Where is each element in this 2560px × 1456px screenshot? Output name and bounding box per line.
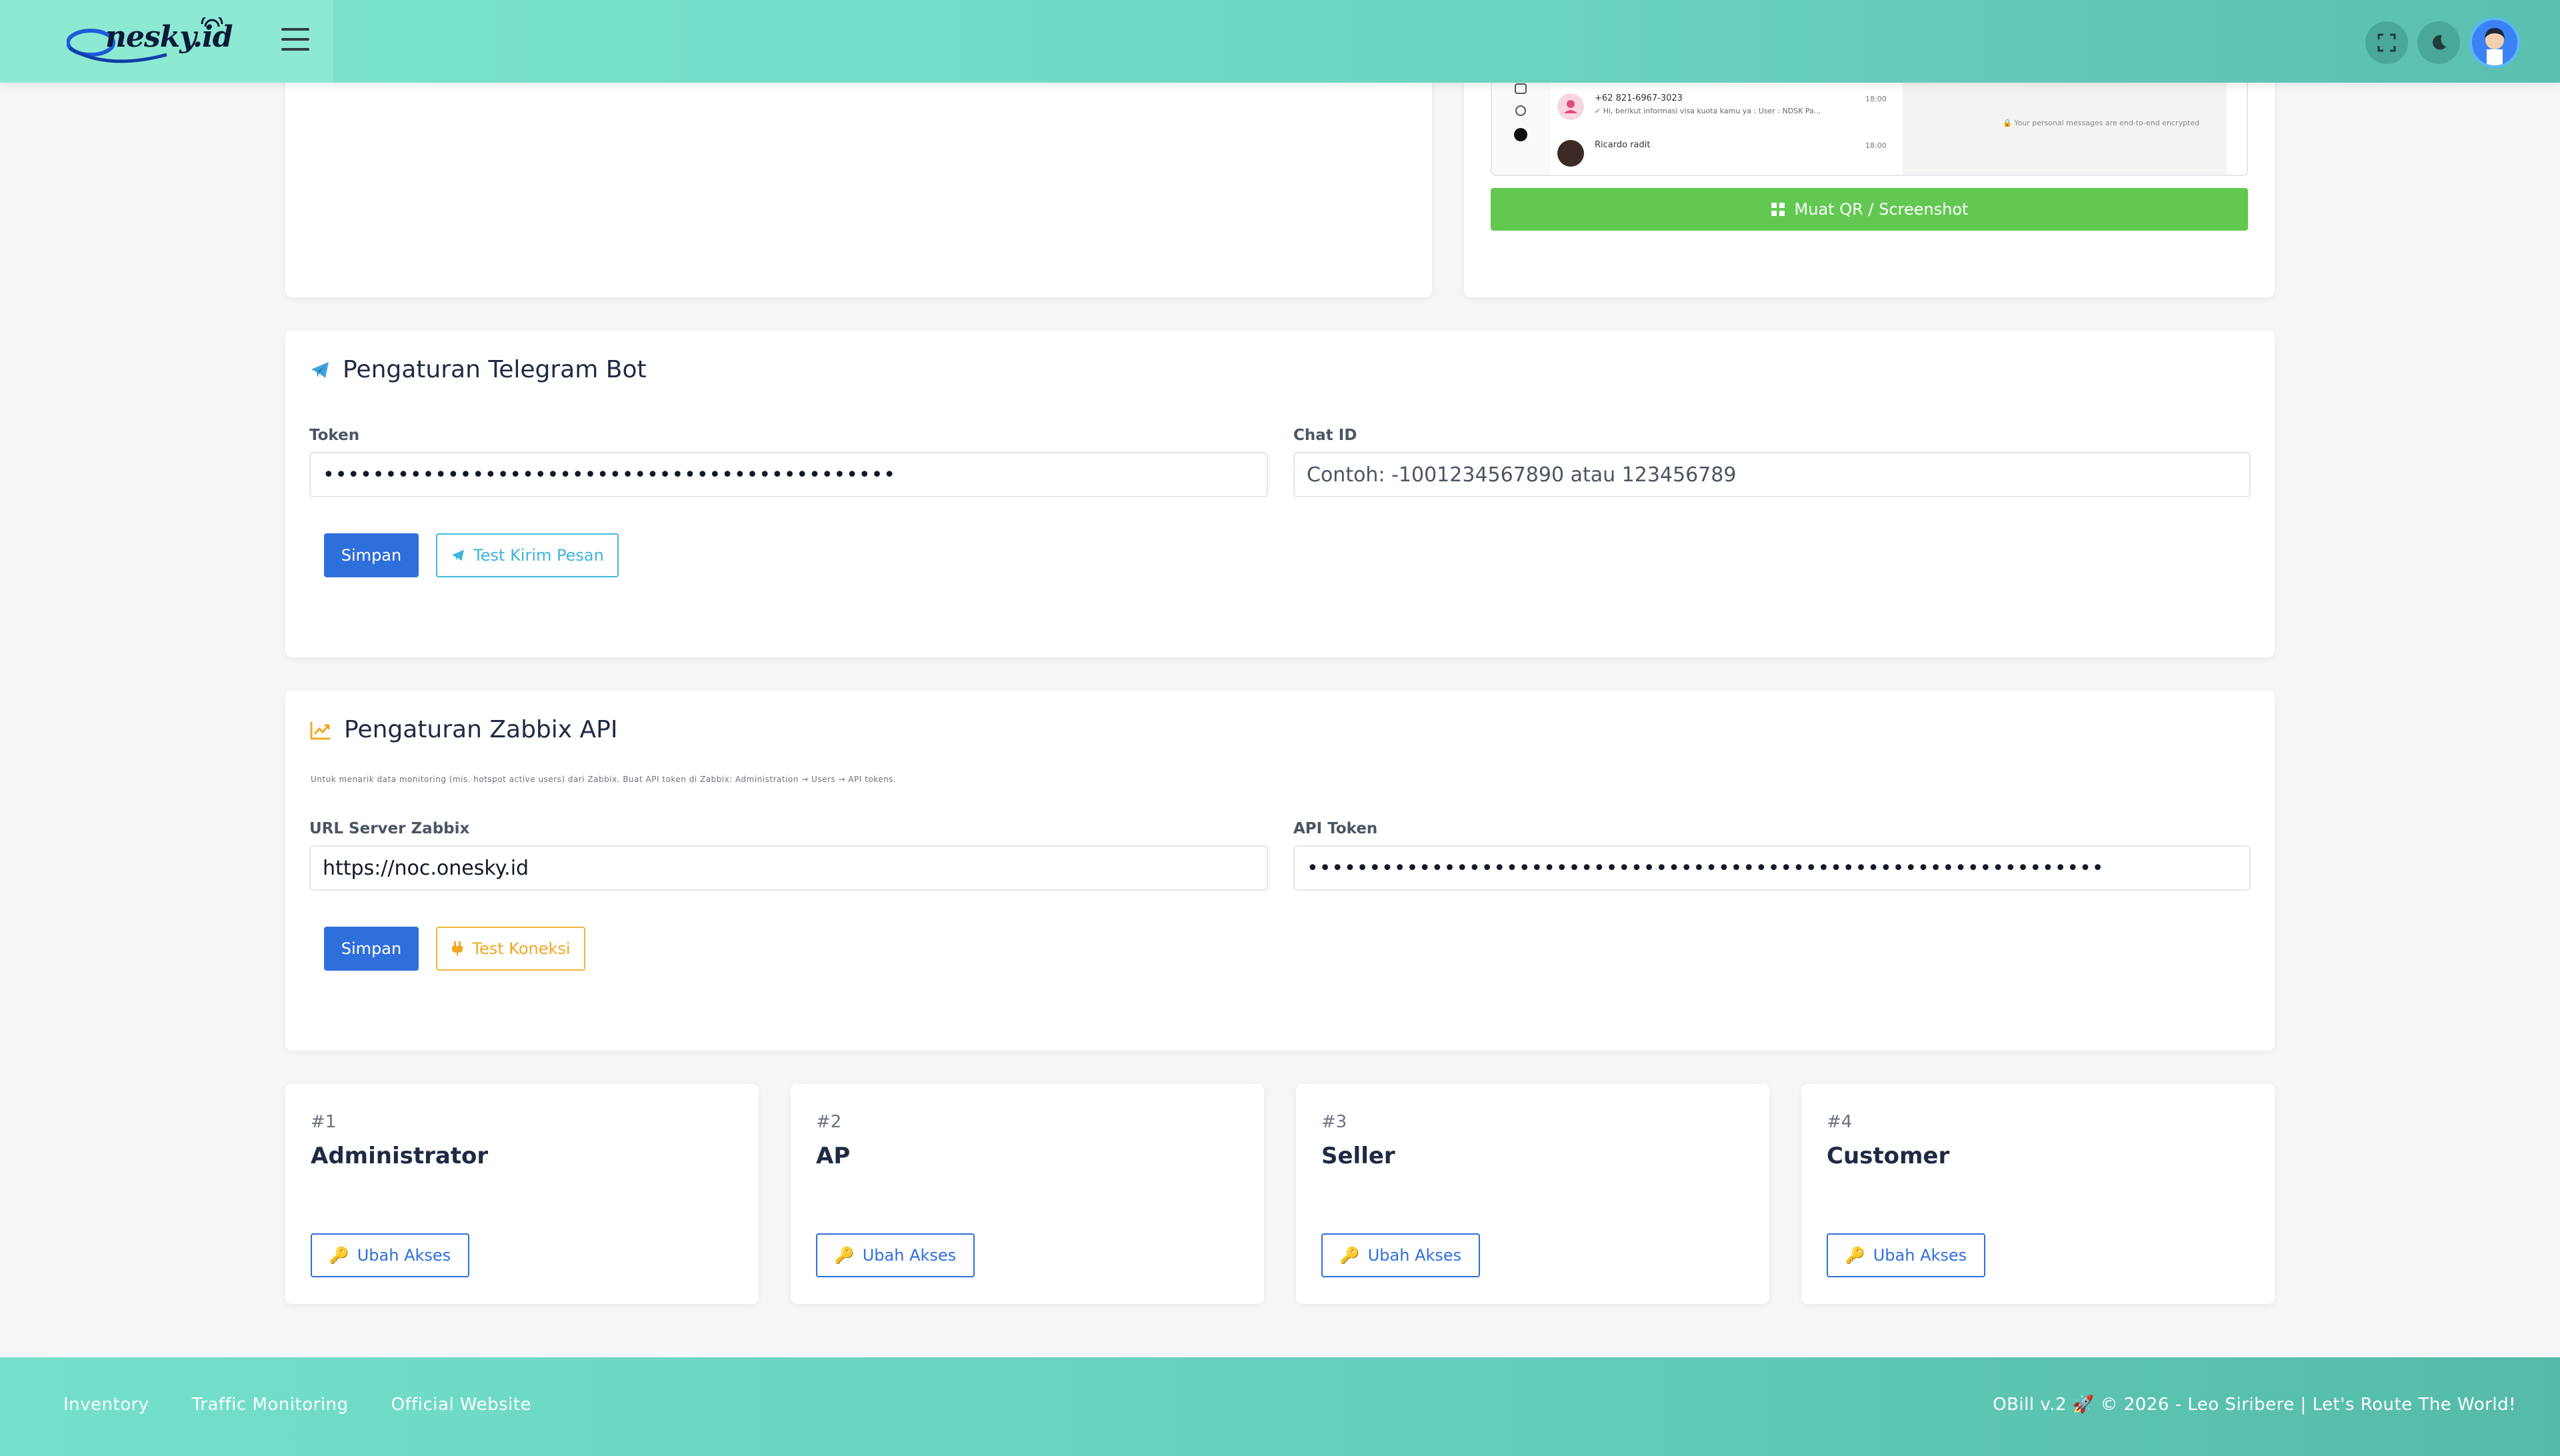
logo[interactable]: nesky.id: [67, 17, 240, 64]
telegram-settings-card: Pengaturan Telegram Bot Token ••••••••••…: [285, 331, 2275, 657]
zabbix-token-input[interactable]: ••••••••••••••••••••••••••••••••••••••••…: [1293, 845, 2251, 891]
telegram-token-input[interactable]: ••••••••••••••••••••••••••••••••••••••••…: [309, 452, 1268, 497]
zabbix-help-note: Untuk menarik data monitoring (mis. hots…: [311, 775, 897, 784]
footer: Inventory Traffic Monitoring Official We…: [0, 1357, 2560, 1456]
wa-chat1-message: ✓ Hi, berikut informasi visa kuota kamu …: [1595, 107, 1821, 115]
role-card-1: #1 Administrator 🔑 Ubah Akses: [285, 1084, 759, 1304]
wa-chat1-name: +62 821-6967-3023: [1595, 93, 1683, 103]
telegram-test-button[interactable]: Test Kirim Pesan: [436, 533, 619, 577]
moon-icon: [2433, 35, 2446, 50]
lock-icon: 🔒: [2003, 119, 2012, 127]
user-avatar-icon: [2472, 20, 2517, 65]
person-icon: [1564, 100, 1577, 113]
zabbix-settings-card: Pengaturan Zabbix API Untuk menarik data…: [285, 691, 2275, 1051]
footer-link-inventory[interactable]: Inventory: [63, 1395, 149, 1415]
telegram-token-label: Token: [309, 427, 360, 444]
change-access-button[interactable]: 🔑 Ubah Akses: [1321, 1233, 1480, 1277]
role-name: Administrator: [311, 1143, 489, 1169]
top-navbar: nesky.id: [0, 0, 2560, 83]
wa-sidebar-icons: [1514, 83, 1527, 141]
send-icon: [452, 549, 465, 561]
footer-link-official-website[interactable]: Official Website: [391, 1395, 532, 1415]
chart-line-icon: [310, 721, 330, 739]
wa-contact-avatar-2: [1557, 140, 1584, 167]
zabbix-card-title: Pengaturan Zabbix API: [309, 716, 617, 743]
wa-sidebar: [1492, 79, 1551, 175]
role-name: Customer: [1827, 1143, 1950, 1169]
role-number: #4: [1827, 1112, 1853, 1132]
zabbix-url-input[interactable]: https://noc.onesky.id: [309, 845, 1268, 891]
logo-text: nesky.id: [105, 20, 233, 54]
role-number: #3: [1321, 1112, 1347, 1132]
zabbix-url-label: URL Server Zabbix: [309, 820, 470, 837]
telegram-icon: [311, 361, 329, 378]
avatar[interactable]: [2469, 17, 2520, 68]
change-access-button[interactable]: 🔑 Ubah Akses: [1827, 1233, 1985, 1277]
role-number: #1: [311, 1112, 337, 1132]
change-access-button[interactable]: 🔑 Ubah Akses: [816, 1233, 975, 1277]
zabbix-token-label: API Token: [1293, 820, 1378, 837]
telegram-chat-id-label: Chat ID: [1293, 427, 1357, 444]
fullscreen-icon: [2377, 33, 2396, 52]
qr-icon: [1771, 203, 1785, 216]
telegram-chat-id-input[interactable]: Contoh: -1001234567890 atau 123456789: [1293, 452, 2251, 497]
wa-chat2-time: 18:00: [1865, 141, 1887, 150]
role-card-3: #3 Seller 🔑 Ubah Akses: [1296, 1084, 1769, 1304]
menu-toggle-button[interactable]: [280, 24, 311, 55]
wa-chat-list: +62 821-6967-3023 18:00 ✓ Hi, berikut in…: [1551, 79, 1891, 175]
role-card-2: #2 AP 🔑 Ubah Akses: [791, 1084, 1264, 1304]
wa-chat2-name: Ricardo radit: [1595, 140, 1651, 150]
load-qr-button[interactable]: Muat QR / Screenshot: [1491, 188, 2248, 231]
wa-encrypted-note: 🔒 Your personal messages are end-to-end …: [2003, 119, 2200, 127]
key-icon: 🔑: [1845, 1246, 1865, 1265]
top-right-actions: [2365, 17, 2520, 68]
key-icon: 🔑: [1339, 1246, 1360, 1265]
whatsapp-screenshot-preview: +62 821-6967-3023 18:00 ✓ Hi, berikut in…: [1491, 79, 2248, 176]
key-icon: 🔑: [834, 1246, 855, 1265]
footer-link-traffic-monitoring[interactable]: Traffic Monitoring: [192, 1395, 349, 1415]
role-card-4: #4 Customer 🔑 Ubah Akses: [1801, 1084, 2275, 1304]
change-access-button[interactable]: 🔑 Ubah Akses: [311, 1233, 469, 1277]
wa-contact-avatar: [1557, 93, 1584, 120]
telegram-card-title: Pengaturan Telegram Bot: [309, 356, 647, 383]
footer-links: Inventory Traffic Monitoring Official We…: [63, 1395, 531, 1415]
wa-chat1-time: 18:00: [1865, 95, 1887, 103]
brand-area: nesky.id: [0, 0, 333, 83]
role-name: AP: [816, 1143, 851, 1169]
plug-icon: [452, 941, 463, 956]
footer-copyright: OBill v.2 🚀 © 2026 - Leo Siribere | Let'…: [1993, 1395, 2516, 1415]
hamburger-icon: [281, 28, 309, 31]
wa-chat-panel: 🔒 Your personal messages are end-to-end …: [1903, 79, 2227, 175]
role-number: #2: [816, 1112, 842, 1132]
fullscreen-button[interactable]: [2365, 21, 2408, 64]
zabbix-save-button[interactable]: Simpan: [324, 927, 419, 971]
role-name: Seller: [1321, 1143, 1395, 1169]
telegram-save-button[interactable]: Simpan: [324, 533, 419, 577]
zabbix-test-button[interactable]: Test Koneksi: [436, 927, 585, 971]
key-icon: 🔑: [329, 1246, 349, 1265]
dark-mode-toggle[interactable]: [2417, 21, 2460, 64]
